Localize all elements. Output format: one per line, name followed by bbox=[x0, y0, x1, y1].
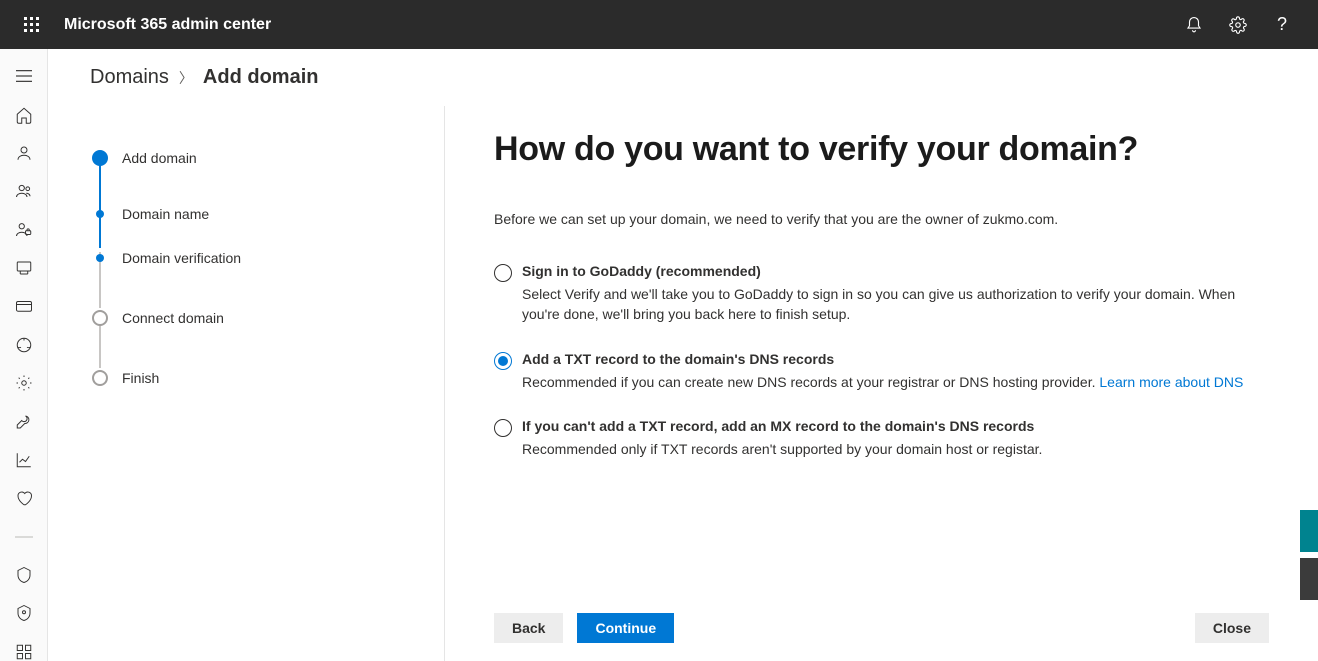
groups-icon[interactable] bbox=[6, 182, 42, 200]
back-button[interactable]: Back bbox=[494, 613, 563, 643]
notifications-icon[interactable] bbox=[1174, 5, 1214, 45]
reports-icon[interactable] bbox=[6, 451, 42, 469]
option-title: If you can't add a TXT record, add an MX… bbox=[522, 418, 1042, 434]
roles-icon[interactable] bbox=[6, 221, 42, 239]
option-godaddy[interactable]: Sign in to GoDaddy (recommended) Select … bbox=[494, 263, 1244, 325]
security-icon[interactable] bbox=[6, 566, 42, 584]
radio-icon[interactable] bbox=[494, 352, 512, 370]
learn-dns-link[interactable]: Learn more about DNS bbox=[1099, 374, 1243, 390]
radio-icon[interactable] bbox=[494, 419, 512, 437]
home-icon[interactable] bbox=[6, 105, 42, 123]
setup-icon[interactable] bbox=[6, 412, 42, 430]
admin-icon[interactable] bbox=[6, 643, 42, 661]
divider bbox=[6, 528, 42, 546]
chevron-right-icon: 〉 bbox=[179, 68, 193, 88]
page-subcopy: Before we can set up your domain, we nee… bbox=[494, 211, 1318, 227]
step-finish: Finish bbox=[90, 368, 444, 388]
option-desc: Recommended if you can create new DNS re… bbox=[522, 372, 1243, 392]
app-launcher-icon[interactable] bbox=[8, 1, 56, 49]
option-title: Sign in to GoDaddy (recommended) bbox=[522, 263, 1244, 279]
breadcrumb-current: Add domain bbox=[203, 66, 319, 89]
step-add-domain: Add domain bbox=[90, 148, 444, 168]
devices-icon[interactable] bbox=[6, 259, 42, 277]
step-domain-verification: Domain verification bbox=[90, 248, 444, 268]
option-txt-record[interactable]: Add a TXT record to the domain's DNS rec… bbox=[494, 351, 1244, 392]
side-tabs bbox=[1300, 510, 1318, 606]
continue-button[interactable]: Continue bbox=[577, 613, 674, 643]
billing-icon[interactable] bbox=[6, 297, 42, 315]
app-title: Microsoft 365 admin center bbox=[64, 16, 271, 34]
settings-icon[interactable] bbox=[1218, 5, 1258, 45]
menu-icon[interactable] bbox=[6, 67, 42, 85]
breadcrumb-parent[interactable]: Domains bbox=[90, 66, 169, 89]
wizard-stepper: Add domain Domain name Domain verificati… bbox=[90, 148, 444, 388]
breadcrumb: Domains 〉 Add domain bbox=[48, 49, 1318, 106]
feedback-tab[interactable] bbox=[1300, 510, 1318, 552]
support-icon[interactable] bbox=[6, 336, 42, 354]
step-connect-domain: Connect domain bbox=[90, 308, 444, 328]
wizard-footer: Back Continue Close bbox=[494, 599, 1318, 661]
option-title: Add a TXT record to the domain's DNS rec… bbox=[522, 351, 1243, 367]
compliance-icon[interactable] bbox=[6, 604, 42, 622]
user-icon[interactable] bbox=[6, 144, 42, 162]
assistant-tab[interactable] bbox=[1300, 558, 1318, 600]
page-heading: How do you want to verify your domain? bbox=[494, 130, 1318, 169]
close-button[interactable]: Close bbox=[1195, 613, 1269, 643]
verify-options: Sign in to GoDaddy (recommended) Select … bbox=[494, 263, 1244, 459]
option-desc: Select Verify and we'll take you to GoDa… bbox=[522, 284, 1244, 325]
top-bar: Microsoft 365 admin center ? bbox=[0, 0, 1318, 49]
left-nav bbox=[0, 49, 48, 661]
settings-nav-icon[interactable] bbox=[6, 374, 42, 392]
radio-icon[interactable] bbox=[494, 264, 512, 282]
option-desc: Recommended only if TXT records aren't s… bbox=[522, 439, 1042, 459]
help-icon[interactable]: ? bbox=[1262, 5, 1302, 45]
health-icon[interactable] bbox=[6, 489, 42, 507]
step-domain-name: Domain name bbox=[90, 204, 444, 224]
option-mx-record[interactable]: If you can't add a TXT record, add an MX… bbox=[494, 418, 1244, 459]
